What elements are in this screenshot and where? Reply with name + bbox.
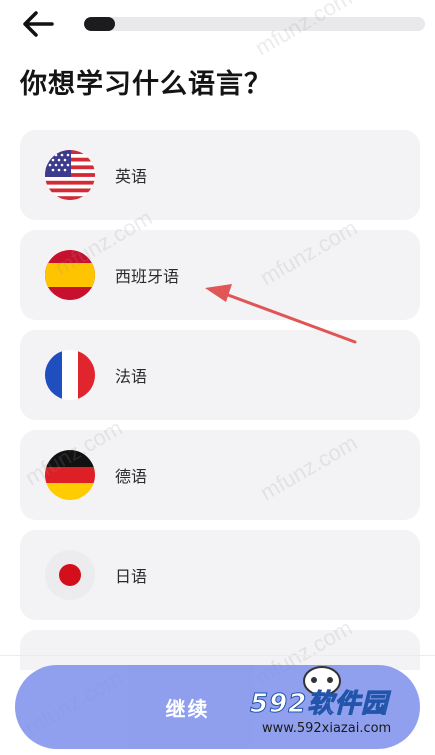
language-option-german[interactable]: 德语	[20, 430, 420, 520]
us-flag-icon	[45, 150, 95, 200]
logo-brand-num: 592	[249, 689, 308, 720]
spain-flag-icon	[45, 250, 95, 300]
language-label: 日语	[115, 567, 148, 586]
language-label: 西班牙语	[115, 267, 180, 286]
language-option-more[interactable]	[20, 630, 420, 670]
footer-divider	[0, 655, 435, 656]
language-label: 法语	[115, 367, 148, 386]
logo-domain: www.592xiazai.com	[262, 721, 392, 736]
arrow-left-icon	[23, 11, 54, 37]
language-option-japanese[interactable]: 日语	[20, 530, 420, 620]
back-button[interactable]	[18, 6, 58, 42]
progress-bar	[84, 17, 425, 31]
continue-label: 继续	[165, 698, 210, 721]
language-option-french[interactable]: 法语	[20, 330, 420, 420]
progress-fill	[84, 17, 115, 31]
logo-brand: 592软件园	[249, 683, 389, 720]
japan-flag-icon	[45, 550, 95, 600]
germany-flag-icon	[45, 450, 95, 500]
language-label: 英语	[115, 167, 148, 186]
language-list: 英语 西班牙语 法语 德语 日语	[20, 130, 420, 680]
language-option-spanish[interactable]: 西班牙语	[20, 230, 420, 320]
france-flag-icon	[45, 350, 95, 400]
watermark-logo: 592软件园 www.592xiazai.com	[240, 666, 435, 755]
language-label: 德语	[115, 467, 148, 486]
logo-brand-text: 软件园	[307, 689, 389, 720]
language-option-english[interactable]: 英语	[20, 130, 420, 220]
page-title: 你想学习什么语言？	[20, 69, 272, 100]
